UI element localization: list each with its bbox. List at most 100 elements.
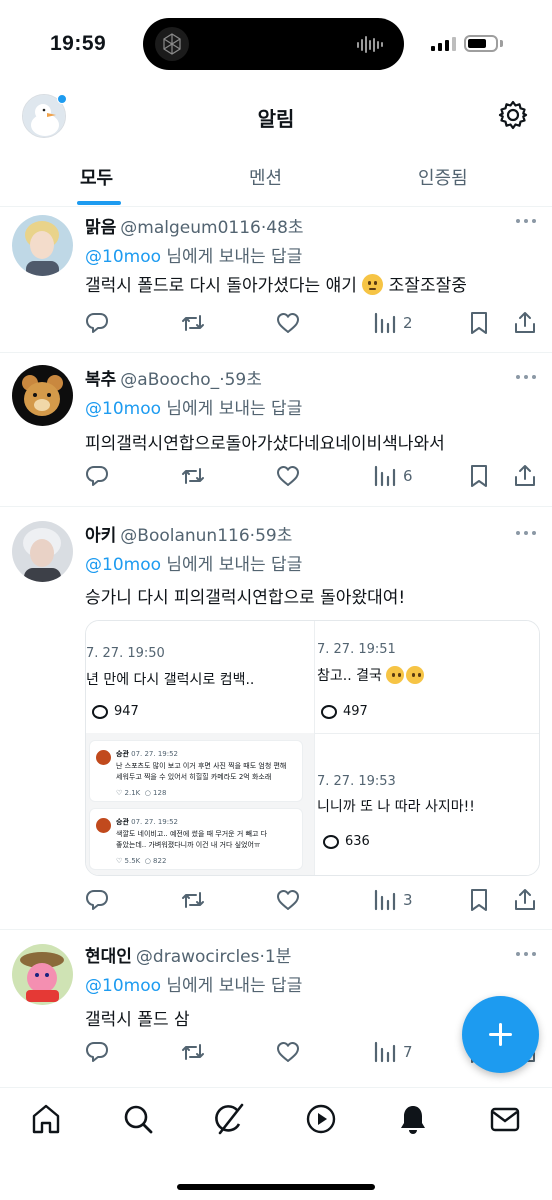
tweet-text: 갤럭시 폴드로 다시 돌아가셨다는 얘기 조잘조잘중 [85, 271, 467, 296]
embedded-post-stats: ♡ 2.1K ○ 128 [116, 789, 167, 797]
dynamic-island [143, 18, 404, 70]
share-icon[interactable] [512, 463, 538, 489]
views-button[interactable]: 6 [372, 463, 413, 489]
tweet-text: 갤럭시 폴드 삼 [85, 1010, 190, 1030]
timestamp: ·59초 [249, 526, 293, 546]
retweet-icon[interactable] [180, 463, 206, 489]
action-bar: 2 [0, 310, 552, 340]
panel-date: 7. 27. 19:53 [317, 774, 396, 789]
embedded-post-name: 승관 [116, 750, 129, 758]
timestamp: ·1분 [259, 947, 292, 967]
comment-icon[interactable] [84, 463, 110, 489]
share-icon[interactable] [512, 310, 538, 336]
avatar[interactable] [12, 215, 73, 276]
grok-icon[interactable] [212, 1102, 246, 1136]
screenshot-panel: 승관 07. 27. 19:52 난 스포츠도 많이 보고 이거 후면 사진 찍… [86, 733, 314, 875]
comment-icon [321, 704, 337, 719]
attached-image[interactable]: 7. 27. 19:50 년 만에 다시 갤럭시로 컴백.. 947 7. 27… [85, 620, 540, 876]
views-button[interactable]: 2 [372, 310, 413, 336]
home-icon[interactable] [29, 1102, 63, 1136]
tab-mentions[interactable]: 멘션 [249, 164, 282, 190]
action-bar: 3 [0, 887, 552, 917]
embedded-post-header: 승관 07. 27. 19:52 [116, 749, 178, 759]
tab-all[interactable]: 모두 [80, 164, 113, 190]
tweet-text-part: 조잘조잘중 [388, 276, 467, 296]
embedded-post-date: 07. 27. 19:52 [131, 818, 179, 826]
heart-icon[interactable] [275, 310, 301, 336]
handle[interactable]: @malgeum0116 [120, 218, 261, 238]
views-count: 6 [403, 467, 413, 485]
embedded-post-text: 좋았는데.. 가벼워졌다니까 이건 내 거다 싶었어ㅠ [116, 841, 261, 849]
avatar [96, 750, 111, 765]
tweet-header: 현대인 @drawocircles·1분 [85, 942, 291, 967]
tweet-item[interactable]: 현대인 @drawocircles·1분 @10moo 님에게 보내는 답글 갤럭… [0, 930, 552, 1087]
panel-reply-count: 947 [92, 704, 139, 719]
play-icon[interactable] [304, 1102, 338, 1136]
comment-icon[interactable] [84, 887, 110, 913]
tweet-item[interactable]: 맑음 @malgeum0116·48초 @10moo 님에게 보내는 답글 갤럭시… [0, 207, 552, 353]
bookmark-icon[interactable] [466, 310, 492, 336]
compose-button[interactable] [462, 996, 539, 1073]
replies-count: 128 [153, 789, 167, 797]
tweet-header: 아키 @Boolanun116·59초 [85, 521, 292, 546]
mention-link[interactable]: @10moo [85, 399, 161, 419]
comment-icon[interactable] [84, 310, 110, 336]
more-options-icon[interactable] [516, 375, 536, 379]
display-name[interactable]: 아키 [85, 526, 116, 546]
tweet-item[interactable]: 아키 @Boolanun116·59초 @10moo 님에게 보내는 답글 승가니… [0, 507, 552, 930]
more-options-icon[interactable] [516, 219, 536, 223]
tab-verified[interactable]: 인증됨 [418, 164, 468, 190]
views-button[interactable]: 3 [372, 887, 413, 913]
home-indicator [177, 1184, 375, 1190]
display-name[interactable]: 현대인 [85, 947, 132, 967]
grimace-emoji-icon [362, 274, 384, 295]
status-time: 19:59 [50, 32, 107, 55]
handle[interactable]: @aBoocho_ [120, 370, 219, 390]
heart-icon[interactable] [275, 1039, 301, 1065]
bookmark-icon[interactable] [466, 887, 492, 913]
display-name[interactable]: 맑음 [85, 218, 116, 238]
more-options-icon[interactable] [516, 531, 536, 535]
notification-tabs: 모두 멘션 인증됨 [0, 150, 552, 207]
tweet-text: 승가니 다시 피의갤럭시연합으로 돌아왔대여! [85, 588, 406, 608]
retweet-icon[interactable] [180, 1039, 206, 1065]
avatar[interactable] [12, 944, 73, 1005]
display-name[interactable]: 복추 [85, 370, 116, 390]
reply-context: @10moo 님에게 보내는 답글 [85, 550, 302, 575]
mention-link[interactable]: @10moo [85, 555, 161, 575]
mention-link[interactable]: @10moo [85, 247, 161, 267]
handle[interactable]: @Boolanun116 [120, 526, 249, 546]
reply-suffix: 님에게 보내는 답글 [161, 555, 303, 575]
active-tab-indicator [77, 201, 121, 205]
bar-chart-icon [372, 310, 398, 336]
share-icon[interactable] [512, 887, 538, 913]
tweet-item[interactable]: 복추 @aBoocho_·59초 @10moo 님에게 보내는 답글 피의갤럭시연… [0, 353, 552, 507]
reply-suffix: 님에게 보내는 답글 [161, 247, 303, 267]
grin-emoji-icon [386, 666, 405, 684]
count-value: 636 [345, 834, 370, 849]
avatar[interactable] [12, 521, 73, 582]
bookmark-icon[interactable] [466, 463, 492, 489]
mail-icon[interactable] [488, 1102, 522, 1136]
likes-count: 2.1K [124, 789, 141, 797]
retweet-icon[interactable] [180, 310, 206, 336]
views-button[interactable]: 7 [372, 1039, 413, 1065]
gear-icon[interactable] [497, 99, 529, 131]
signal-icon [431, 37, 456, 51]
heart-icon[interactable] [275, 887, 301, 913]
retweet-icon[interactable] [180, 887, 206, 913]
avatar[interactable] [12, 365, 73, 426]
mention-link[interactable]: @10moo [85, 976, 161, 996]
bell-icon[interactable] [396, 1102, 430, 1136]
more-options-icon[interactable] [516, 952, 536, 956]
panel-date: 7. 27. 19:51 [317, 642, 396, 657]
embedded-post-text: 난 스포츠도 많이 보고 이거 후면 사진 찍을 때도 엄청 편해 [116, 762, 287, 770]
reply-context: @10moo 님에게 보내는 답글 [85, 242, 302, 267]
embedded-post-name: 승관 [116, 818, 129, 826]
tweet-text: 피의갤럭시연합으로돌아가샸다네요네이비색나와서 [85, 434, 445, 454]
search-icon[interactable] [121, 1102, 155, 1136]
handle[interactable]: @drawocircles [136, 947, 260, 967]
comment-icon[interactable] [84, 1039, 110, 1065]
heart-icon[interactable] [275, 463, 301, 489]
reply-suffix: 님에게 보내는 답글 [161, 399, 303, 419]
